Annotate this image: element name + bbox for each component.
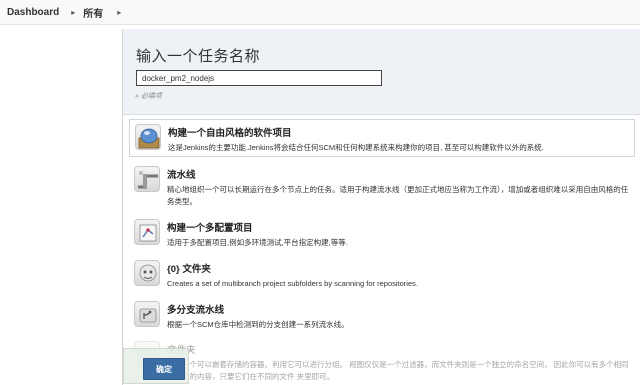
item-description: Creates a set of multibranch project sub… (167, 279, 418, 288)
freestyle-project-icon (135, 124, 161, 150)
item-type-pipeline[interactable]: 流水线 精心地组织一个可以长期运行在多个节点上的任务。适用于构建流水线（更加正式… (129, 162, 635, 210)
ok-button[interactable]: 确定 (143, 358, 185, 380)
item-name-section: 输入一个任务名称 » 必填项 (123, 29, 640, 115)
breadcrumb: Dashboard ▸ 所有 ▸ (0, 0, 640, 25)
item-title: 多分支流水线 (167, 305, 225, 316)
breadcrumb-all[interactable]: 所有 (83, 5, 103, 20)
multibranch-pipeline-icon (134, 301, 160, 327)
item-title: {0} 文件夹 (167, 264, 211, 275)
item-type-multibranch[interactable]: 多分支流水线 根据一个SCM仓库中检测到的分支创建一系列流水线。 (129, 297, 635, 333)
multi-config-icon (134, 219, 160, 245)
breadcrumb-dashboard[interactable]: Dashboard (7, 7, 59, 18)
item-description: 这是Jenkins的主要功能.Jenkins将会结合任何SCM和任何构建系统来构… (168, 143, 544, 152)
pipeline-icon (134, 166, 160, 192)
item-title: 流水线 (167, 170, 196, 181)
chevron-right-icon[interactable]: ▸ (117, 8, 121, 17)
new-item-panel: 输入一个任务名称 » 必填项 构建一个自由风格的软件项目 这是Jenkins的主… (122, 29, 640, 385)
item-description: 精心地组织一个可以长期运行在多个节点上的任务。适用于构建流水线（更加正式地应当称… (167, 185, 629, 206)
item-title: 构建一个多配置项目 (167, 223, 253, 234)
item-description: 根据一个SCM仓库中检测到的分支创建一系列流水线。 (167, 320, 349, 329)
org-folder-icon (134, 260, 160, 286)
item-description: 适用于多配置项目,例如多环境测试,平台指定构建,等等. (167, 238, 348, 247)
item-type-org-folder[interactable]: {0} 文件夹 Creates a set of multibranch pro… (129, 256, 635, 292)
page-title: 输入一个任务名称 (136, 48, 261, 65)
required-hint: » 必填项 (135, 93, 162, 100)
form-footer: 确定 (123, 337, 640, 385)
item-title: 构建一个自由风格的软件项目 (168, 128, 292, 139)
chevron-right-icon[interactable]: ▸ (71, 8, 75, 17)
item-type-freestyle[interactable]: 构建一个自由风格的软件项目 这是Jenkins的主要功能.Jenkins将会结合… (129, 119, 635, 157)
item-type-multi-config[interactable]: 构建一个多配置项目 适用于多配置项目,例如多环境测试,平台指定构建,等等. (129, 215, 635, 251)
item-name-input[interactable] (136, 70, 382, 86)
